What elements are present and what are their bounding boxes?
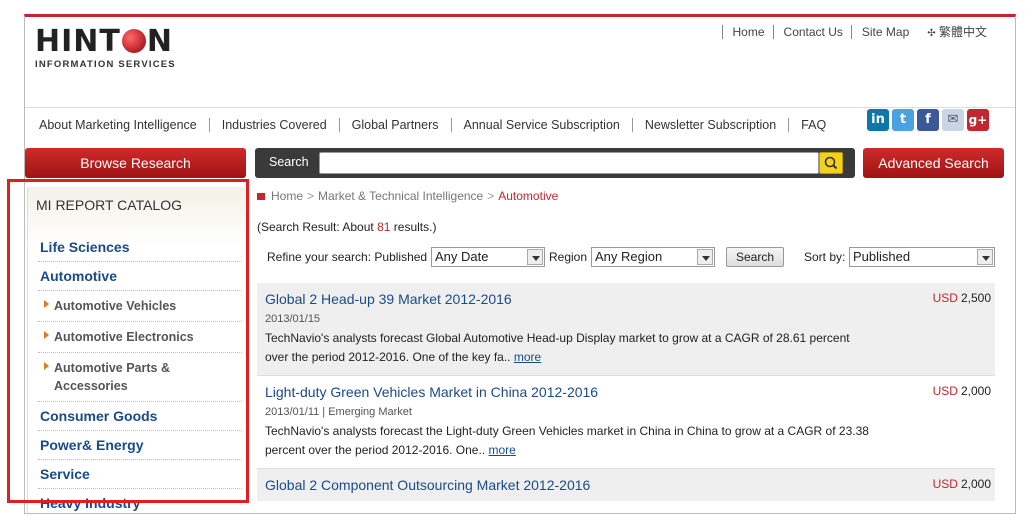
refine-label: Refine your search: Published bbox=[267, 250, 428, 264]
results-list: Global 2 Head-up 39 Market 2012-2016 USD… bbox=[257, 283, 995, 501]
more-link[interactable]: more bbox=[489, 443, 516, 457]
result-description: TechNavio's analysts forecast Global Aut… bbox=[265, 331, 850, 364]
logo-globe-icon bbox=[121, 29, 146, 53]
result-item: Global 2 Head-up 39 Market 2012-2016 USD… bbox=[257, 283, 995, 376]
refine-search-button[interactable]: Search bbox=[726, 247, 784, 267]
result-count: 81 bbox=[377, 220, 391, 234]
nav-newsletter[interactable]: Newsletter Subscription bbox=[631, 117, 788, 132]
social-links: in t f ✉ g+ bbox=[867, 109, 989, 131]
googleplus-icon[interactable]: g+ bbox=[967, 109, 989, 131]
result-title[interactable]: Global 2 Component Outsourcing Market 20… bbox=[265, 477, 987, 493]
top-links: Home Contact Us Site Map ✣ 繁體中文 bbox=[721, 25, 995, 39]
hinton-logo[interactable]: HINT N INFORMATION SERVICES bbox=[35, 24, 176, 71]
advanced-search-button[interactable]: Advanced Search bbox=[863, 148, 1004, 178]
result-title[interactable]: Global 2 Head-up 39 Market 2012-2016 bbox=[265, 291, 987, 307]
result-price: USD 2,000 bbox=[932, 384, 991, 398]
breadcrumb-mid[interactable]: Market & Technical Intelligence bbox=[318, 189, 483, 203]
result-item: Global 2 Component Outsourcing Market 20… bbox=[257, 469, 995, 501]
nav-subscription[interactable]: Annual Service Subscription bbox=[450, 117, 632, 132]
sort-select[interactable]: Published bbox=[849, 247, 995, 267]
highlight-box bbox=[7, 179, 249, 503]
region-select[interactable]: Any Region bbox=[591, 247, 715, 267]
breadcrumb-home[interactable]: Home bbox=[271, 189, 303, 203]
top-link-sitemap[interactable]: Site Map bbox=[850, 25, 917, 39]
result-title[interactable]: Light-duty Green Vehicles Market in Chin… bbox=[265, 384, 987, 400]
breadcrumb-current: Automotive bbox=[498, 189, 559, 203]
result-price: USD 2,000 bbox=[932, 477, 991, 491]
result-date: 2013/01/11 | Emerging Market bbox=[265, 406, 412, 418]
breadcrumb-separator: > bbox=[487, 189, 495, 203]
refine-bar: Refine your search: Published Any Date R… bbox=[267, 247, 1007, 269]
result-date: 2013/01/15 bbox=[265, 313, 321, 325]
chevron-down-icon bbox=[527, 249, 543, 265]
magnifier-icon bbox=[824, 156, 838, 170]
search-label: Search bbox=[269, 155, 309, 169]
search-input[interactable] bbox=[319, 152, 819, 174]
logo-tagline: INFORMATION SERVICES bbox=[35, 59, 176, 70]
facebook-icon[interactable]: f bbox=[917, 109, 939, 131]
breadcrumb-icon bbox=[257, 193, 265, 200]
globe-icon: ✣ bbox=[927, 28, 936, 39]
browse-research-button[interactable]: Browse Research bbox=[25, 148, 246, 178]
breadcrumb-separator: > bbox=[307, 189, 315, 203]
result-description: TechNavio's analysts forecast the Light-… bbox=[265, 424, 869, 457]
more-link[interactable]: more bbox=[514, 350, 541, 364]
search-submit-button[interactable] bbox=[819, 152, 843, 174]
region-label: Region bbox=[549, 250, 588, 264]
breadcrumb: Home > Market & Technical Intelligence > Aut… bbox=[257, 189, 558, 203]
nav-about[interactable]: About Marketing Intelligence bbox=[33, 118, 209, 132]
logo-wordmark: HINT N bbox=[35, 24, 173, 59]
chevron-down-icon bbox=[697, 249, 713, 265]
linkedin-icon[interactable]: in bbox=[867, 109, 889, 131]
result-price: USD 2,500 bbox=[932, 291, 991, 305]
date-select[interactable]: Any Date bbox=[431, 247, 545, 267]
search-bar: Search bbox=[255, 148, 855, 178]
top-link-contact[interactable]: Contact Us bbox=[772, 25, 851, 39]
sort-label: Sort by: bbox=[804, 250, 846, 264]
result-item: Light-duty Green Vehicles Market in Chin… bbox=[257, 376, 995, 469]
nav-faq[interactable]: FAQ bbox=[788, 117, 838, 132]
twitter-icon[interactable]: t bbox=[892, 109, 914, 131]
email-icon[interactable]: ✉ bbox=[942, 109, 964, 131]
top-link-home[interactable]: Home bbox=[721, 25, 773, 39]
top-link-language[interactable]: ✣ 繁體中文 bbox=[917, 25, 995, 39]
nav-industries[interactable]: Industries Covered bbox=[208, 117, 339, 132]
nav-partners[interactable]: Global Partners bbox=[338, 117, 451, 132]
chevron-down-icon bbox=[977, 249, 993, 265]
result-summary: (Search Result: About 81 results.) bbox=[257, 220, 437, 234]
